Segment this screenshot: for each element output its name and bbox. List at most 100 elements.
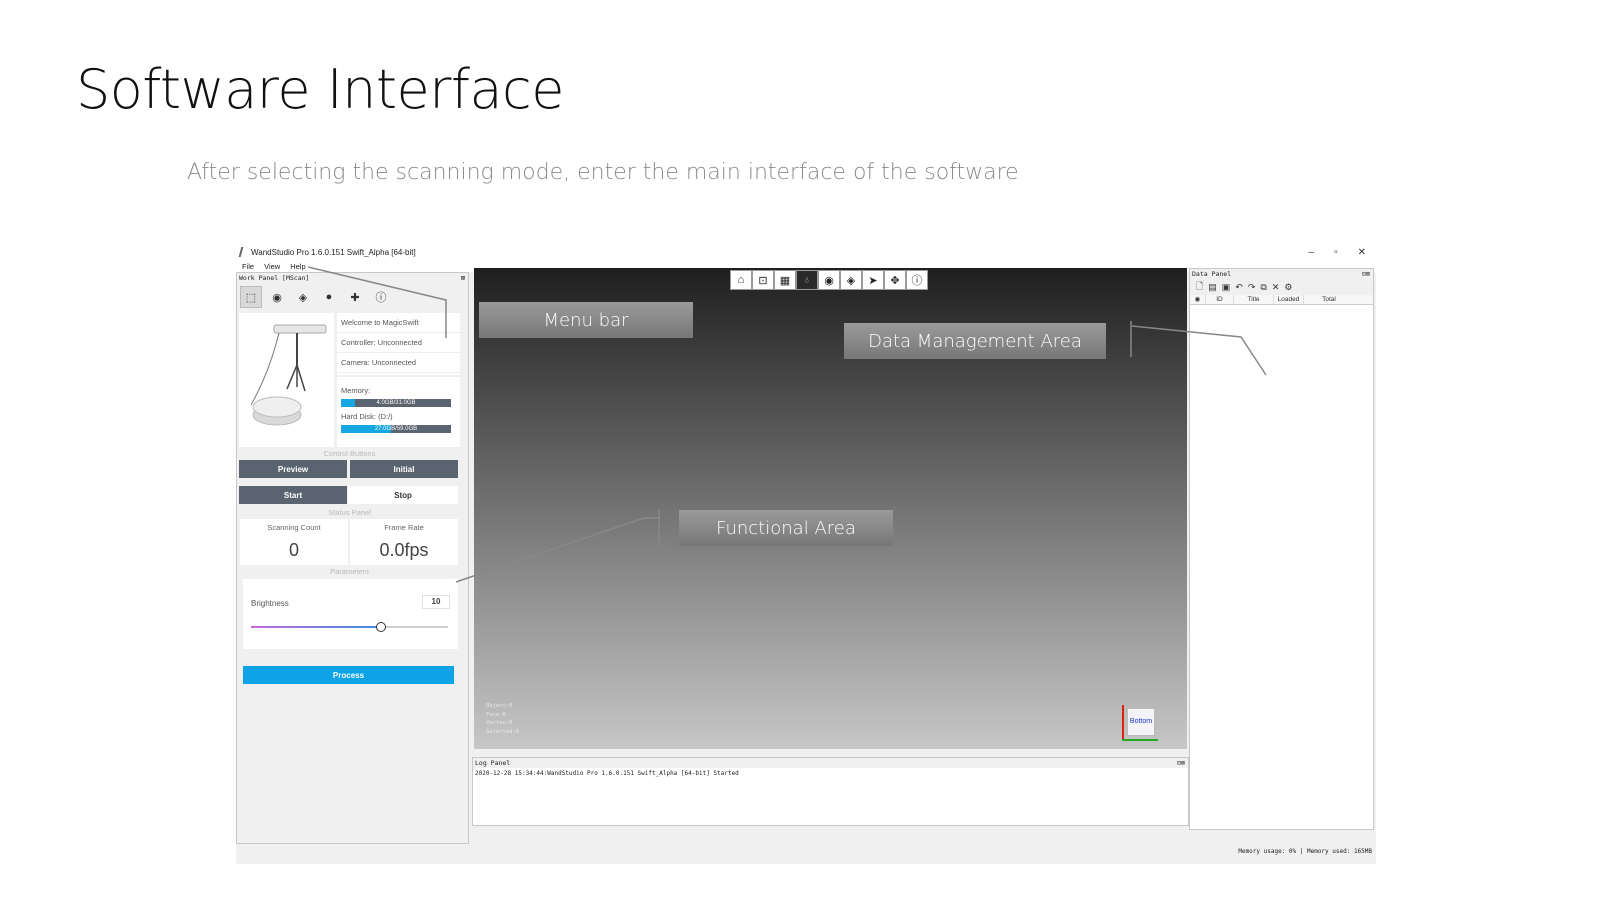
orientation-cube[interactable]: Bottom	[1127, 708, 1155, 736]
scanning-count-value: 0	[288, 540, 299, 560]
window-controls: – ▫ ✕	[1309, 244, 1367, 260]
save-icon[interactable]: ▣	[1222, 282, 1231, 293]
memory-bar: 4.0GB/31.0GB	[341, 399, 451, 407]
minimize-button[interactable]: –	[1309, 247, 1315, 258]
vertex-count: Vertex:0	[486, 720, 513, 726]
work-panel-toolbar: ⬚ ◉ ◈ ● ✚ ⓘ	[237, 283, 468, 311]
box-icon[interactable]: ◈	[292, 286, 314, 308]
frame-rate-box: Frame Rate 0.0fps	[350, 519, 458, 565]
column-total[interactable]: Total	[1304, 295, 1354, 304]
close-button[interactable]: ✕	[1358, 247, 1366, 258]
scene-stats: Object:0 Face:0 Vertex:0 Selected:0	[486, 702, 519, 736]
menu-bar-callout: Menu bar	[479, 302, 693, 338]
disk-bar-text: 27.0GB/59.0GB	[374, 426, 418, 432]
eye-icon[interactable]: ◉	[818, 270, 840, 290]
work-panel-title: Work Panel [MScan]	[239, 274, 310, 282]
status-bar: Memory usage: 0% | Memory used: 165MB	[236, 844, 1376, 864]
log-panel-controls[interactable]: ⊡⊠	[1177, 758, 1185, 768]
memory-label: Memory:	[341, 386, 371, 395]
resource-usage: Memory: 4.0GB/31.0GB Hard Disk: (D:/) 27…	[337, 377, 460, 447]
layers-icon[interactable]: ◈	[840, 270, 862, 290]
preview-button[interactable]: Preview	[239, 460, 347, 478]
slide-title: Software Interface	[76, 58, 564, 121]
selected-count: Selected:0	[486, 728, 520, 735]
brightness-input[interactable]: 10	[422, 595, 450, 609]
sphere-icon[interactable]: ●	[318, 286, 340, 308]
slide-subtitle: After selecting the scanning mode, enter…	[187, 160, 1019, 185]
work-panel: Work Panel [MScan] ⊠ ⬚ ◉ ◈ ● ✚ ⓘ Welcome…	[236, 272, 469, 844]
scanner-device-illustration	[250, 324, 327, 426]
frame-rate-value: 0.0fps	[379, 540, 429, 560]
log-entry: 2020-12-28 15:34:44:WandStudio Pro 1.6.0…	[475, 770, 739, 777]
copy-icon[interactable]: ⧉	[1260, 282, 1266, 293]
disk-bar: 27.0GB/59.0GB	[341, 425, 451, 433]
redo-icon[interactable]: ↷	[1248, 282, 1256, 293]
data-panel-controls[interactable]: ⊡⊠	[1362, 269, 1370, 279]
frame-rate-label: Frame Rate	[384, 523, 424, 532]
pointer-icon[interactable]: ➤	[862, 270, 884, 290]
parameters-label: Parameters	[330, 567, 369, 576]
fit-icon[interactable]: ⊡	[752, 270, 774, 290]
app-window: WandStudio Pro 1.6.0.151 Swift_Alpha [64…	[236, 244, 1376, 864]
info-icon[interactable]: ⓘ	[906, 270, 928, 290]
scanning-count-box: Scanning Count 0	[240, 519, 348, 565]
work-panel-header: Work Panel [MScan] ⊠	[237, 273, 468, 283]
new-icon[interactable]: 🗋	[1196, 279, 1203, 295]
viewport-toolbar: ⌂ ⊡ ▦ ♁ ◉ ◈ ➤ ✥ ⓘ	[730, 270, 928, 290]
column-loaded[interactable]: Loaded	[1274, 295, 1304, 304]
visibility-column-icon[interactable]: ◉	[1190, 295, 1206, 304]
brightness-label: Brightness	[251, 599, 289, 608]
column-id[interactable]: ID	[1206, 295, 1234, 304]
data-panel-toolbar: 🗋 ▤ ▣ ↶ ↷ ⧉ ✕ ⚙	[1190, 279, 1373, 295]
axis-x-indicator	[1122, 739, 1158, 741]
undo-icon[interactable]: ↶	[1235, 282, 1243, 293]
axis-y-indicator	[1122, 705, 1124, 739]
status-panel-label: Status Panel	[328, 508, 371, 517]
device-image	[239, 313, 334, 447]
move-icon[interactable]: ✥	[884, 270, 906, 290]
data-panel-title: Data Panel	[1192, 270, 1232, 278]
data-panel-header: Data Panel ⊡⊠	[1190, 269, 1373, 279]
memory-status: Memory usage: 0% | Memory used: 165MB	[1238, 848, 1372, 855]
initial-button[interactable]: Initial	[350, 460, 458, 478]
data-panel: Data Panel ⊡⊠ 🗋 ▤ ▣ ↶ ↷ ⧉ ✕ ⚙ ◉ ID Title…	[1189, 268, 1374, 830]
parameters-box: Brightness 10	[243, 579, 458, 649]
stop-button[interactable]: Stop	[348, 486, 458, 504]
connection-info: Welcome to MagicSwift Controller: Unconn…	[337, 313, 460, 375]
menu-file[interactable]: File	[242, 262, 254, 271]
log-panel: Log Panel ⊡⊠ 2020-12-28 15:34:44:WandStu…	[472, 757, 1189, 826]
disk-label: Hard Disk: (D:/)	[341, 412, 393, 421]
object-count: Object:0	[486, 703, 513, 709]
scanning-count-label: Scanning Count	[267, 523, 321, 532]
log-panel-header: Log Panel ⊡⊠	[473, 758, 1188, 768]
menu-view[interactable]: View	[264, 262, 280, 271]
brightness-slider-fill	[251, 626, 382, 628]
settings-icon[interactable]: ⚙	[1284, 282, 1292, 293]
light-icon[interactable]: ♁	[796, 270, 818, 290]
brightness-slider-thumb[interactable]	[376, 622, 387, 632]
data-management-callout: Data Management Area	[844, 323, 1106, 359]
process-button[interactable]: Process	[243, 666, 454, 684]
functional-area-callout: Functional Area	[679, 510, 893, 546]
column-title[interactable]: Title	[1234, 295, 1274, 304]
menu-help[interactable]: Help	[290, 262, 305, 271]
welcome-text: Welcome to MagicSwift	[337, 313, 460, 333]
face-count: Face:0	[486, 711, 506, 718]
start-button[interactable]: Start	[239, 486, 347, 504]
restore-button[interactable]: ▫	[1334, 247, 1338, 258]
work-panel-close-button[interactable]: ⊠	[461, 273, 465, 283]
grid-icon[interactable]: ▦	[774, 270, 796, 290]
camera-status: Camera: Unconnected	[337, 353, 460, 373]
cube-icon[interactable]: ⬚	[240, 286, 262, 308]
home-icon[interactable]: ⌂	[730, 270, 752, 290]
info-icon[interactable]: ⓘ	[370, 286, 392, 308]
puzzle-icon[interactable]: ✚	[344, 286, 366, 308]
eye-icon[interactable]: ◉	[266, 286, 288, 308]
open-icon[interactable]: ▤	[1208, 282, 1217, 293]
data-table-header: ◉ ID Title Loaded Total	[1190, 295, 1373, 305]
app-logo-icon	[238, 247, 248, 257]
delete-icon[interactable]: ✕	[1272, 282, 1280, 293]
control-buttons-label: Control Buttons	[323, 449, 376, 458]
brightness-slider[interactable]	[251, 622, 448, 632]
memory-bar-text: 4.0GB/31.0GB	[376, 400, 416, 406]
